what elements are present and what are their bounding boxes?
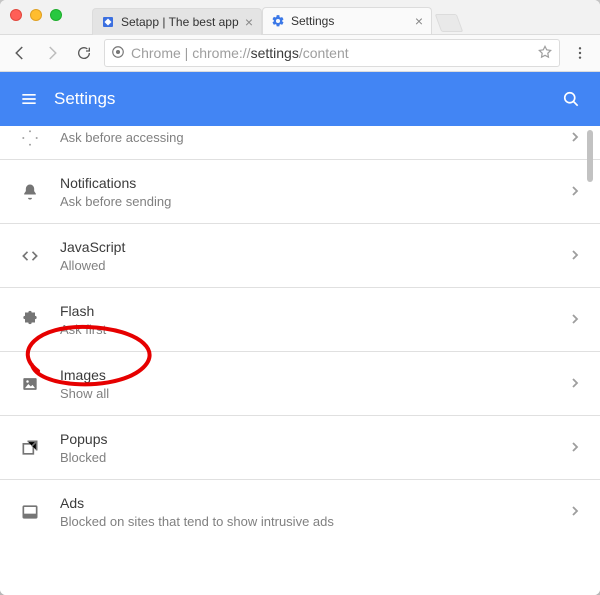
reload-button[interactable]	[72, 41, 96, 65]
omnibox-url: Chrome | chrome://settings/content	[131, 45, 349, 61]
search-button[interactable]	[560, 88, 582, 110]
omnibox[interactable]: Chrome | chrome://settings/content	[104, 39, 560, 67]
bell-icon	[20, 182, 60, 202]
browser-window: Setapp | The best app × Settings ×	[0, 0, 600, 595]
tab-settings[interactable]: Settings ×	[262, 7, 432, 34]
setting-title: Images	[60, 367, 570, 383]
overflow-menu-button[interactable]	[568, 41, 592, 65]
setting-sub: Ask first	[60, 322, 570, 337]
url-scheme-label: Chrome	[131, 45, 181, 61]
image-icon	[20, 374, 60, 394]
chevron-right-icon	[570, 439, 580, 457]
setting-sub: Show all	[60, 386, 570, 401]
setting-row-images[interactable]: Images Show all	[0, 352, 600, 416]
chrome-page-icon	[111, 45, 125, 62]
puzzle-icon	[20, 310, 60, 330]
window-maximize-button[interactable]	[50, 9, 62, 21]
url-divider: |	[181, 45, 192, 61]
tab-setapp[interactable]: Setapp | The best app ×	[92, 8, 262, 35]
settings-title: Settings	[54, 89, 115, 109]
chevron-right-icon	[570, 247, 580, 265]
setting-sub: Ask before sending	[60, 194, 570, 209]
code-icon	[20, 246, 60, 266]
location-icon	[20, 128, 60, 148]
chevron-right-icon	[570, 311, 580, 329]
close-icon[interactable]: ×	[415, 14, 423, 28]
setting-sub: Ask before accessing	[60, 130, 570, 145]
tabs-container: Setapp | The best app × Settings ×	[92, 0, 460, 34]
toolbar: Chrome | chrome://settings/content	[0, 34, 600, 72]
chevron-right-icon	[570, 375, 580, 393]
setting-title: JavaScript	[60, 239, 570, 255]
setting-row-popups[interactable]: Popups Blocked	[0, 416, 600, 480]
url-host: settings	[251, 45, 299, 61]
tab-label: Settings	[291, 14, 409, 28]
url-path: /content	[299, 45, 349, 61]
window-controls	[10, 9, 62, 21]
scrollbar[interactable]	[587, 130, 597, 190]
chevron-right-icon	[570, 503, 580, 521]
window-close-button[interactable]	[10, 9, 22, 21]
url-host-prefix: chrome://	[192, 45, 250, 61]
setting-row-javascript[interactable]: JavaScript Allowed	[0, 224, 600, 288]
setting-row-location[interactable]: Ask before accessing	[0, 126, 600, 160]
setting-title: Notifications	[60, 175, 570, 191]
setting-row-ads[interactable]: Ads Blocked on sites that tend to show i…	[0, 480, 600, 544]
tab-strip: Setapp | The best app × Settings ×	[0, 0, 600, 34]
setting-row-flash[interactable]: Flash Ask first	[0, 288, 600, 352]
chevron-right-icon	[570, 183, 580, 201]
settings-header: Settings	[0, 72, 600, 126]
setapp-icon	[101, 15, 115, 29]
close-icon[interactable]: ×	[245, 15, 253, 29]
setting-title: Popups	[60, 431, 570, 447]
forward-button[interactable]	[40, 41, 64, 65]
setting-sub: Blocked on sites that tend to show intru…	[60, 514, 570, 529]
hamburger-menu-button[interactable]	[18, 88, 40, 110]
setting-title: Flash	[60, 303, 570, 319]
setting-sub: Blocked	[60, 450, 570, 465]
ad-frame-icon	[20, 502, 60, 522]
setting-sub: Allowed	[60, 258, 570, 273]
bookmark-star-icon[interactable]	[537, 44, 553, 63]
back-button[interactable]	[8, 41, 32, 65]
tab-label: Setapp | The best app	[121, 15, 239, 29]
new-tab-button[interactable]	[435, 14, 464, 32]
chevron-right-icon	[570, 129, 580, 147]
popup-icon	[20, 438, 60, 458]
setting-row-notifications[interactable]: Notifications Ask before sending	[0, 160, 600, 224]
setting-title: Ads	[60, 495, 570, 511]
gear-icon	[271, 14, 285, 28]
content-settings-list: Ask before accessing Notifications Ask b…	[0, 126, 600, 595]
window-minimize-button[interactable]	[30, 9, 42, 21]
